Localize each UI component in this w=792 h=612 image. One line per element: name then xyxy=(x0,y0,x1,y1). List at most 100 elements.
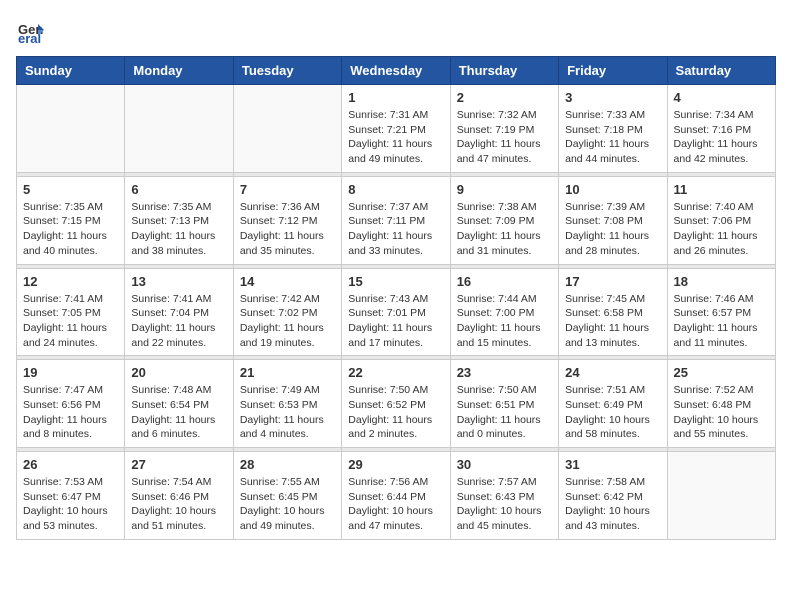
calendar-cell: 9Sunrise: 7:38 AMSunset: 7:09 PMDaylight… xyxy=(450,176,558,264)
weekday-header-friday: Friday xyxy=(559,57,667,85)
calendar-cell: 10 Sunrise: 7:39 AMSunset: 7:08 PMDayligh… xyxy=(559,176,667,264)
day-number: 16 xyxy=(457,274,552,289)
calendar-cell: 21 Sunrise: 7:49 AMSunset: 6:53 PMDayligh… xyxy=(233,360,341,448)
day-info: Sunrise: 7:58 AMSunset: 6:42 PMDaylight:… xyxy=(565,475,660,534)
day-number: 6 xyxy=(131,182,226,197)
day-info: Sunrise: 7:52 AMSunset: 6:48 PMDaylight:… xyxy=(674,383,769,442)
calendar-cell: 8 Sunrise: 7:37 AMSunset: 7:11 PMDaylight… xyxy=(342,176,450,264)
day-info: Sunrise: 7:36 AMSunset: 7:12 PMDaylight:… xyxy=(240,200,335,259)
day-number: 23 xyxy=(457,365,552,380)
weekday-header-tuesday: Tuesday xyxy=(233,57,341,85)
day-number: 2 xyxy=(457,90,552,105)
calendar-cell: 27 Sunrise: 7:54 AMSunset: 6:46 PMDayligh… xyxy=(125,452,233,540)
calendar-cell: 23 Sunrise: 7:50 AMSunset: 6:51 PMDayligh… xyxy=(450,360,558,448)
day-number: 19 xyxy=(23,365,118,380)
day-info: Sunrise: 7:38 AMSunset: 7:09 PMDaylight:… xyxy=(457,200,552,259)
day-number: 3 xyxy=(565,90,660,105)
day-number: 7 xyxy=(240,182,335,197)
day-info: Sunrise: 7:31 AMSunset: 7:21 PMDaylight:… xyxy=(348,108,443,167)
day-number: 31 xyxy=(565,457,660,472)
day-number: 25 xyxy=(674,365,769,380)
day-number: 15 xyxy=(348,274,443,289)
calendar-week-row: 19 Sunrise: 7:47 AMSunset: 6:56 PMDayligh… xyxy=(17,360,776,448)
day-info: Sunrise: 7:35 AMSunset: 7:15 PMDaylight:… xyxy=(23,200,118,259)
day-number: 5 xyxy=(23,182,118,197)
weekday-header-thursday: Thursday xyxy=(450,57,558,85)
calendar-cell: 22 Sunrise: 7:50 AMSunset: 6:52 PMDayligh… xyxy=(342,360,450,448)
calendar-cell: 18 Sunrise: 7:46 AMSunset: 6:57 PMDayligh… xyxy=(667,268,775,356)
day-number: 4 xyxy=(674,90,769,105)
calendar-cell xyxy=(125,85,233,173)
calendar-cell: 26 Sunrise: 7:53 AMSunset: 6:47 PMDayligh… xyxy=(17,452,125,540)
calendar-cell: 6 Sunrise: 7:35 AMSunset: 7:13 PMDaylight… xyxy=(125,176,233,264)
day-number: 8 xyxy=(348,182,443,197)
weekday-header-monday: Monday xyxy=(125,57,233,85)
weekday-header-sunday: Sunday xyxy=(17,57,125,85)
calendar-cell: 16Sunrise: 7:44 AMSunset: 7:00 PMDayligh… xyxy=(450,268,558,356)
day-info: Sunrise: 7:41 AMSunset: 7:04 PMDaylight:… xyxy=(131,292,226,351)
day-info: Sunrise: 7:41 AMSunset: 7:05 PMDaylight:… xyxy=(23,292,118,351)
day-info: Sunrise: 7:55 AMSunset: 6:45 PMDaylight:… xyxy=(240,475,335,534)
calendar-cell: 25 Sunrise: 7:52 AMSunset: 6:48 PMDayligh… xyxy=(667,360,775,448)
day-number: 10 xyxy=(565,182,660,197)
calendar-cell: 13 Sunrise: 7:41 AMSunset: 7:04 PMDayligh… xyxy=(125,268,233,356)
day-number: 11 xyxy=(674,182,769,197)
calendar-cell: 12Sunrise: 7:41 AMSunset: 7:05 PMDayligh… xyxy=(17,268,125,356)
day-number: 18 xyxy=(674,274,769,289)
day-info: Sunrise: 7:53 AMSunset: 6:47 PMDaylight:… xyxy=(23,475,118,534)
calendar-cell: 28 Sunrise: 7:55 AMSunset: 6:45 PMDayligh… xyxy=(233,452,341,540)
day-number: 28 xyxy=(240,457,335,472)
day-number: 14 xyxy=(240,274,335,289)
logo-icon: Gen eral xyxy=(16,16,44,44)
day-info: Sunrise: 7:56 AMSunset: 6:44 PMDaylight:… xyxy=(348,475,443,534)
day-info: Sunrise: 7:51 AMSunset: 6:49 PMDaylight:… xyxy=(565,383,660,442)
calendar-cell: 5 Sunrise: 7:35 AMSunset: 7:15 PMDaylight… xyxy=(17,176,125,264)
day-number: 13 xyxy=(131,274,226,289)
day-info: Sunrise: 7:50 AMSunset: 6:52 PMDaylight:… xyxy=(348,383,443,442)
calendar-week-row: 26 Sunrise: 7:53 AMSunset: 6:47 PMDayligh… xyxy=(17,452,776,540)
calendar-cell: 30 Sunrise: 7:57 AMSunset: 6:43 PMDayligh… xyxy=(450,452,558,540)
day-info: Sunrise: 7:57 AMSunset: 6:43 PMDaylight:… xyxy=(457,475,552,534)
day-info: Sunrise: 7:34 AMSunset: 7:16 PMDaylight:… xyxy=(674,108,769,167)
day-info: Sunrise: 7:35 AMSunset: 7:13 PMDaylight:… xyxy=(131,200,226,259)
day-info: Sunrise: 7:46 AMSunset: 6:57 PMDaylight:… xyxy=(674,292,769,351)
day-number: 26 xyxy=(23,457,118,472)
day-info: Sunrise: 7:45 AMSunset: 6:58 PMDaylight:… xyxy=(565,292,660,351)
svg-text:eral: eral xyxy=(18,31,41,44)
day-info: Sunrise: 7:33 AMSunset: 7:18 PMDaylight:… xyxy=(565,108,660,167)
day-number: 21 xyxy=(240,365,335,380)
day-number: 22 xyxy=(348,365,443,380)
day-info: Sunrise: 7:49 AMSunset: 6:53 PMDaylight:… xyxy=(240,383,335,442)
calendar-cell xyxy=(667,452,775,540)
day-info: Sunrise: 7:48 AMSunset: 6:54 PMDaylight:… xyxy=(131,383,226,442)
calendar-cell xyxy=(17,85,125,173)
calendar-cell: 17 Sunrise: 7:45 AMSunset: 6:58 PMDayligh… xyxy=(559,268,667,356)
day-info: Sunrise: 7:50 AMSunset: 6:51 PMDaylight:… xyxy=(457,383,552,442)
weekday-header-wednesday: Wednesday xyxy=(342,57,450,85)
day-number: 1 xyxy=(348,90,443,105)
day-number: 27 xyxy=(131,457,226,472)
calendar-cell: 19 Sunrise: 7:47 AMSunset: 6:56 PMDayligh… xyxy=(17,360,125,448)
calendar-cell: 3 Sunrise: 7:33 AMSunset: 7:18 PMDaylight… xyxy=(559,85,667,173)
calendar-cell: 29Sunrise: 7:56 AMSunset: 6:44 PMDayligh… xyxy=(342,452,450,540)
calendar-cell: 11 Sunrise: 7:40 AMSunset: 7:06 PMDayligh… xyxy=(667,176,775,264)
calendar-cell: 1 Sunrise: 7:31 AMSunset: 7:21 PMDaylight… xyxy=(342,85,450,173)
calendar-cell: 2 Sunrise: 7:32 AMSunset: 7:19 PMDaylight… xyxy=(450,85,558,173)
page-header: Gen eral xyxy=(16,16,776,44)
calendar-cell: 31 Sunrise: 7:58 AMSunset: 6:42 PMDayligh… xyxy=(559,452,667,540)
day-info: Sunrise: 7:32 AMSunset: 7:19 PMDaylight:… xyxy=(457,108,552,167)
calendar-cell: 20 Sunrise: 7:48 AMSunset: 6:54 PMDayligh… xyxy=(125,360,233,448)
day-number: 30 xyxy=(457,457,552,472)
calendar-cell: 15 Sunrise: 7:43 AMSunset: 7:01 PMDayligh… xyxy=(342,268,450,356)
calendar-week-row: 1 Sunrise: 7:31 AMSunset: 7:21 PMDaylight… xyxy=(17,85,776,173)
calendar-cell: 24Sunrise: 7:51 AMSunset: 6:49 PMDayligh… xyxy=(559,360,667,448)
day-number: 20 xyxy=(131,365,226,380)
day-info: Sunrise: 7:37 AMSunset: 7:11 PMDaylight:… xyxy=(348,200,443,259)
day-number: 17 xyxy=(565,274,660,289)
day-info: Sunrise: 7:54 AMSunset: 6:46 PMDaylight:… xyxy=(131,475,226,534)
day-info: Sunrise: 7:39 AMSunset: 7:08 PMDaylight:… xyxy=(565,200,660,259)
day-info: Sunrise: 7:47 AMSunset: 6:56 PMDaylight:… xyxy=(23,383,118,442)
calendar-cell: 14Sunrise: 7:42 AMSunset: 7:02 PMDayligh… xyxy=(233,268,341,356)
day-info: Sunrise: 7:40 AMSunset: 7:06 PMDaylight:… xyxy=(674,200,769,259)
day-info: Sunrise: 7:43 AMSunset: 7:01 PMDaylight:… xyxy=(348,292,443,351)
